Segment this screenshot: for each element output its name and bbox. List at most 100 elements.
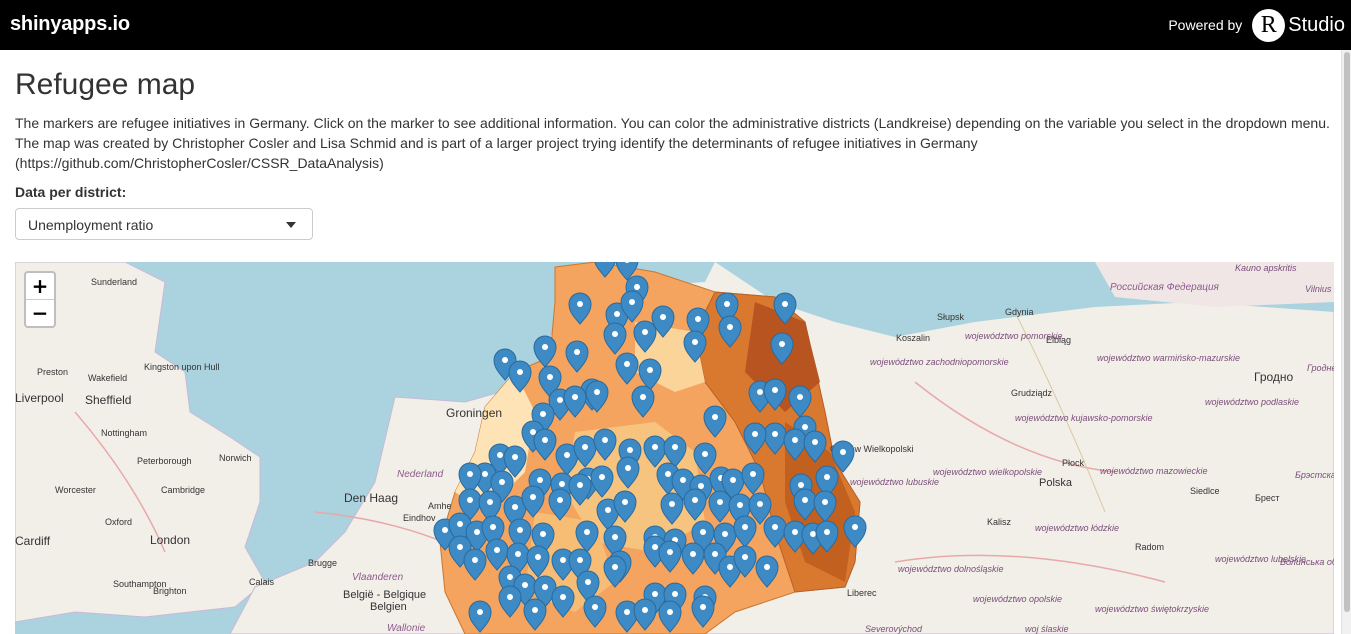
marker-dot <box>722 531 728 537</box>
map-label: Worcester <box>55 485 96 495</box>
marker-dot <box>779 341 785 347</box>
map-label: Liverpool <box>15 391 64 405</box>
map-label: Radom <box>1135 542 1164 552</box>
marker-dot <box>467 497 473 503</box>
marker-dot <box>792 437 798 443</box>
map-label: województwo wielkopolskie <box>933 467 1042 477</box>
map-label: województwo dolnośląskie <box>898 564 1004 574</box>
district-data-label: Data per district: <box>15 184 127 200</box>
marker-dot <box>692 339 698 345</box>
marker-dot <box>612 564 618 570</box>
map-label: Гродно <box>1254 370 1294 384</box>
powered-by-rstudio[interactable]: Powered by R Studio <box>1168 8 1345 42</box>
marker-dot <box>798 482 804 488</box>
map-label: Vlaanderen <box>352 572 404 583</box>
district-data-dropdown[interactable]: Unemployment ratio <box>15 208 313 240</box>
marker-dot <box>517 369 523 375</box>
marker-dot <box>742 524 748 530</box>
page-scrollbar-thumb[interactable] <box>1344 52 1350 612</box>
marker-dot <box>647 367 653 373</box>
map-label: Calais <box>249 577 275 587</box>
marker-dot <box>577 557 583 563</box>
zoom-control: + − <box>24 271 56 328</box>
marker-dot <box>502 357 508 363</box>
zoom-out-button[interactable]: − <box>26 300 54 326</box>
marker-dot <box>764 564 770 570</box>
map-label: Peterborough <box>137 456 192 466</box>
marker-dot <box>712 551 718 557</box>
marker-dot <box>614 311 620 317</box>
marker-dot <box>698 483 704 489</box>
marker-dot <box>522 582 528 588</box>
marker-dot <box>442 527 448 533</box>
page-description: The markers are refugee initiatives in G… <box>15 115 1330 171</box>
marker-dot <box>624 609 630 615</box>
marker-dot <box>564 452 570 458</box>
map-label: województwo podlaskie <box>1205 397 1299 407</box>
map-tiles[interactable]: Sunderland Preston Kingston upon Hull Wa… <box>15 262 1334 634</box>
marker-dot <box>517 527 523 533</box>
marker-dot <box>695 316 701 322</box>
map-label: Брэстская <box>1295 470 1334 480</box>
map-label: Brighton <box>153 586 187 596</box>
marker-dot <box>667 609 673 615</box>
marker-dot <box>507 574 513 580</box>
marker-dot <box>772 431 778 437</box>
map-label: London <box>150 533 190 547</box>
marker-dot <box>585 579 591 585</box>
map-label: Słupsk <box>937 312 965 322</box>
map-label: Amhe <box>428 501 452 511</box>
map-label: Kalisz <box>987 517 1012 527</box>
marker-dot <box>540 411 546 417</box>
marker-dot <box>542 344 548 350</box>
map-label: województwo opolskie <box>973 594 1062 604</box>
marker-dot <box>457 544 463 550</box>
marker-dot <box>530 494 536 500</box>
map-label: Sunderland <box>91 277 137 287</box>
marker-dot <box>474 529 480 535</box>
marker-dot <box>477 609 483 615</box>
powered-by-label: Powered by <box>1168 17 1243 33</box>
map-label: województwo warmińsko-mazurskie <box>1097 353 1240 363</box>
map-label: Severovýchod <box>865 624 923 634</box>
marker-dot <box>512 504 518 510</box>
map-label: województwo łódzkie <box>1035 523 1119 533</box>
leaflet-map[interactable]: Sunderland Preston Kingston upon Hull Wa… <box>15 262 1334 634</box>
marker-dot <box>792 529 798 535</box>
marker-dot <box>660 314 666 320</box>
marker-dot <box>810 531 816 537</box>
marker-dot <box>852 524 858 530</box>
marker-dot <box>824 474 830 480</box>
map-label: Polska <box>1039 477 1073 489</box>
marker-dot <box>472 557 478 563</box>
marker-dot <box>669 501 675 507</box>
marker-dot <box>490 524 496 530</box>
marker-dot <box>535 554 541 560</box>
marker-dot <box>652 591 658 597</box>
map-label: Den Haag <box>344 491 398 505</box>
marker-dot <box>652 544 658 550</box>
marker-dot <box>592 604 598 610</box>
marker-dot <box>599 474 605 480</box>
map-label: Płock <box>1062 458 1085 468</box>
marker-dot <box>532 607 538 613</box>
map-label: Kingston upon Hull <box>144 362 220 372</box>
map-label: Brugge <box>308 558 337 568</box>
map-label: Preston <box>37 367 68 377</box>
map-label: Гродненс облас <box>1307 363 1334 373</box>
marker-dot <box>507 594 513 600</box>
marker-dot <box>487 499 493 505</box>
map-label: Wakefield <box>88 373 127 383</box>
marker-dot <box>712 414 718 420</box>
map-label: Российская Федерация <box>1110 282 1220 293</box>
map-label: Kauno apskritis <box>1235 263 1297 273</box>
marker-dot <box>822 499 828 505</box>
marker-dot <box>802 424 808 430</box>
marker-dot <box>577 301 583 307</box>
marker-dot <box>560 594 566 600</box>
marker-dot <box>467 471 473 477</box>
shinyapps-brand[interactable]: shinyapps.io <box>10 13 130 36</box>
marker-dot <box>634 284 640 290</box>
marker-dot <box>737 502 743 508</box>
zoom-in-button[interactable]: + <box>26 273 54 300</box>
